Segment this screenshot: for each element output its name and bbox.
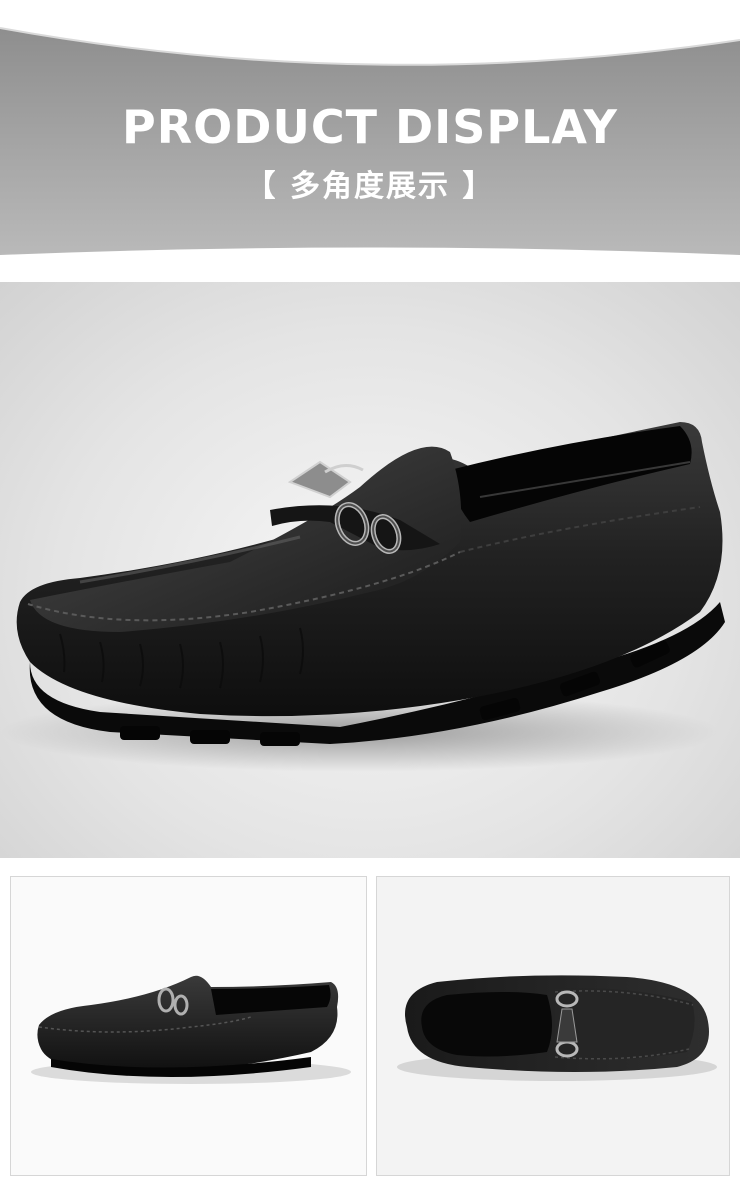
page-title: PRODUCT DISPLAY (122, 100, 618, 154)
page-subtitle: 【 多角度展示 】 (245, 169, 495, 204)
banner: PRODUCT DISPLAY 【 多角度展示 】 (0, 0, 740, 272)
thumbnail-top-view (376, 876, 730, 1176)
thumbnail-side-view (10, 876, 367, 1176)
loafer-hero-illustration (0, 422, 725, 772)
hero-image (0, 282, 740, 858)
loafer-side-illustration (31, 975, 351, 1084)
loafer-top-illustration (397, 975, 717, 1081)
